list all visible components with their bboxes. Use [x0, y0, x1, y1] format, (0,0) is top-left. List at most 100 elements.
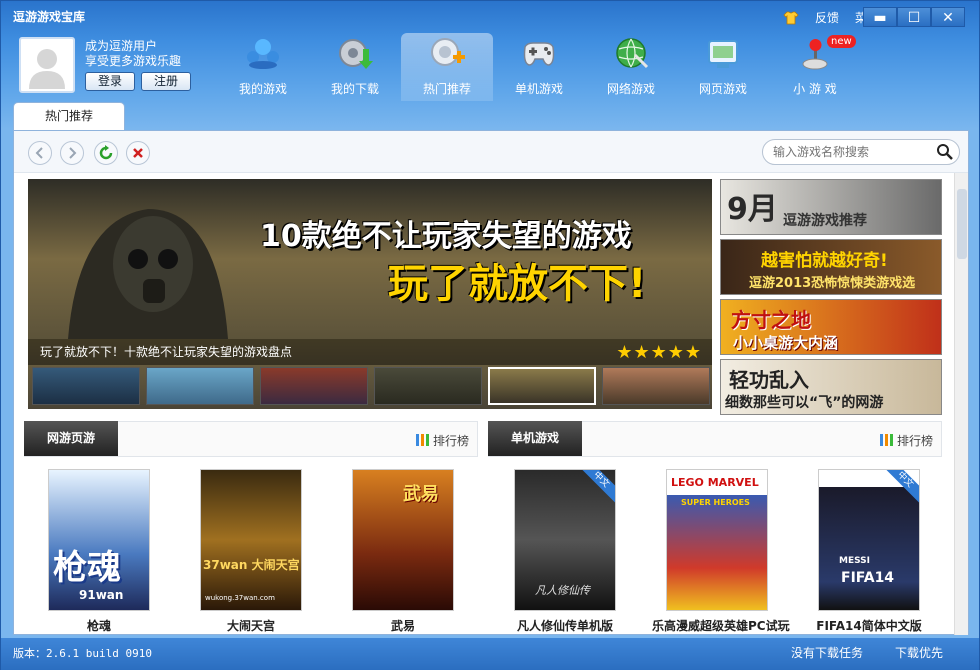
chinese-badge: 中文: [575, 470, 615, 506]
game-name[interactable]: 枪魂: [34, 617, 164, 634]
tab-single-games[interactable]: 单机游戏: [488, 421, 582, 456]
game-cover[interactable]: 中文 MESSI FIFA14: [818, 469, 920, 611]
nav-mini-games[interactable]: new 小 游 戏: [769, 33, 861, 101]
forward-button[interactable]: [60, 141, 84, 165]
ad-title: 9月: [727, 192, 778, 227]
download-task-status[interactable]: 没有下载任务: [791, 644, 863, 661]
my-games-icon: [247, 39, 279, 69]
side-ad-3[interactable]: 方寸之地 小小桌游大内涵: [720, 299, 942, 355]
main-nav: 我的游戏 我的下载 热门推荐 单机游戏 网络游戏 网页游戏 new 小 游 戏: [217, 33, 861, 101]
side-ad-4[interactable]: 轻功乱入 细数那些可以“飞”的网游: [720, 359, 942, 415]
game-cover[interactable]: LEGO MARVEL SUPER HEROES: [666, 469, 768, 611]
banner-thumb[interactable]: [146, 367, 254, 405]
ranking-link[interactable]: 排行榜: [879, 432, 933, 449]
game-card[interactable]: 37wan 大闹天宫 wukong.37wan.com 大闹天宫: [186, 469, 316, 634]
status-bar: 版本：2.6.1 build 0910 没有下载任务 下载优先: [1, 638, 979, 670]
app-title: 逗游游戏宝库: [13, 10, 86, 24]
ad-sub: 逗游2013恐怖惊悚类游戏选: [749, 276, 916, 291]
arrow-right-icon: [69, 147, 77, 159]
user-line2: 享受更多游戏乐趣: [85, 54, 182, 68]
side-ad-1[interactable]: 9月 逗游游戏推荐: [720, 179, 942, 235]
ad-sub: 逗游游戏推荐: [783, 213, 867, 229]
new-badge: new: [827, 35, 856, 48]
hero-banner[interactable]: 10款绝不让玩家失望的游戏 玩了就放不下! 玩了就放不下！十款绝不让玩家失望的游…: [28, 179, 712, 409]
arrow-left-icon: [35, 147, 43, 159]
rating-stars: ★★★★★: [616, 342, 702, 363]
cover-title: 枪魂: [53, 548, 121, 588]
game-card[interactable]: 中文 MESSI FIFA14 FIFA14简体中文版: [804, 469, 934, 634]
nav-hot-recommend[interactable]: 热门推荐: [401, 33, 493, 101]
nav-my-downloads[interactable]: 我的下载: [309, 33, 401, 101]
game-cover[interactable]: 武易: [352, 469, 454, 611]
ranking-label: 排行榜: [432, 434, 469, 448]
maximize-button[interactable]: ☐: [897, 7, 931, 27]
search-input[interactable]: [762, 139, 960, 165]
cover-title: FIFA14: [841, 570, 895, 586]
cover-title: 武易: [403, 484, 439, 505]
banner-subheadline: 玩了就放不下!: [388, 261, 647, 307]
stop-button[interactable]: [126, 141, 150, 165]
banner-thumb[interactable]: [602, 367, 710, 405]
game-cover[interactable]: 枪魂 91wan: [48, 469, 150, 611]
gamepad-icon: [523, 42, 555, 66]
minimize-button[interactable]: ▬: [863, 7, 897, 27]
ad-sub: 细数那些可以“飞”的网游: [725, 395, 884, 411]
refresh-icon: [99, 145, 113, 160]
user-silhouette-icon: [29, 49, 65, 89]
nav-single-games[interactable]: 单机游戏: [493, 33, 585, 101]
tab-online-web-games[interactable]: 网游页游: [24, 421, 118, 456]
register-button[interactable]: 注册: [141, 72, 191, 91]
search-icon[interactable]: [936, 143, 954, 161]
game-name[interactable]: 凡人修仙传单机版: [500, 617, 630, 634]
nav-label: 热门推荐: [422, 82, 471, 96]
shirt-icon[interactable]: [783, 11, 799, 25]
banner-thumb[interactable]: [32, 367, 140, 405]
ad-title: 方寸之地: [731, 308, 811, 332]
refresh-button[interactable]: [94, 141, 118, 165]
game-cover[interactable]: 37wan 大闹天宫 wukong.37wan.com: [200, 469, 302, 611]
cover-sub: wukong.37wan.com: [205, 594, 275, 602]
browser-toolbar: [14, 131, 968, 173]
user-line1: 成为逗游用户: [85, 39, 158, 53]
close-button[interactable]: ✕: [931, 7, 965, 27]
feedback-link[interactable]: 反馈: [815, 9, 839, 26]
ranking-link[interactable]: 排行榜: [415, 432, 469, 449]
nav-label: 我的下载: [330, 82, 379, 96]
content-area: 10款绝不让玩家失望的游戏 玩了就放不下! 玩了就放不下！十款绝不让玩家失望的游…: [13, 130, 969, 635]
window-controls: ▬ ☐ ✕: [863, 7, 965, 27]
avatar[interactable]: [19, 37, 75, 93]
hot-recommend-icon: [431, 38, 465, 66]
banner-thumb[interactable]: [260, 367, 368, 405]
game-card[interactable]: 枪魂 91wan 枪魂: [34, 469, 164, 634]
cover-sub: MESSI: [839, 556, 871, 566]
game-name[interactable]: FIFA14简体中文版: [804, 617, 934, 634]
nav-label: 我的游戏: [238, 82, 287, 96]
download-priority-link[interactable]: 下载优先: [895, 644, 943, 661]
vertical-scrollbar[interactable]: [954, 173, 968, 635]
banner-thumb-selected[interactable]: [488, 367, 596, 405]
game-card[interactable]: 武易 武易: [338, 469, 468, 634]
bar-chart-icon: [415, 434, 430, 446]
tab-hot-recommend[interactable]: 热门推荐: [13, 102, 125, 130]
scroll-thumb[interactable]: [957, 189, 967, 259]
nav-my-games[interactable]: 我的游戏: [217, 33, 309, 101]
download-icon: [339, 39, 373, 69]
nav-label: 小 游 戏: [793, 82, 837, 96]
nav-online-games[interactable]: 网络游戏: [585, 33, 677, 101]
back-button[interactable]: [28, 141, 52, 165]
cover-title: 凡人修仙传: [535, 584, 590, 597]
nav-label: 网页游戏: [698, 82, 747, 96]
login-button[interactable]: 登录: [85, 72, 135, 91]
game-card[interactable]: 中文 凡人修仙传 凡人修仙传单机版: [500, 469, 630, 634]
game-card[interactable]: LEGO MARVEL SUPER HEROES 乐高漫威超级英雄PC试玩: [652, 469, 790, 634]
game-cover[interactable]: 中文 凡人修仙传: [514, 469, 616, 611]
web-game-icon: [708, 40, 738, 68]
banner-thumb[interactable]: [374, 367, 482, 405]
game-name[interactable]: 乐高漫威超级英雄PC试玩: [652, 617, 790, 634]
single-games-panel-header: 单机游戏 排行榜: [488, 421, 942, 457]
game-name[interactable]: 武易: [338, 617, 468, 634]
side-ad-2[interactable]: 越害怕就越好奇! 逗游2013恐怖惊悚类游戏选: [720, 239, 942, 295]
banner-headline: 10款绝不让玩家失望的游戏: [260, 219, 632, 254]
game-name[interactable]: 大闹天宫: [186, 617, 316, 634]
nav-web-games[interactable]: 网页游戏: [677, 33, 769, 101]
